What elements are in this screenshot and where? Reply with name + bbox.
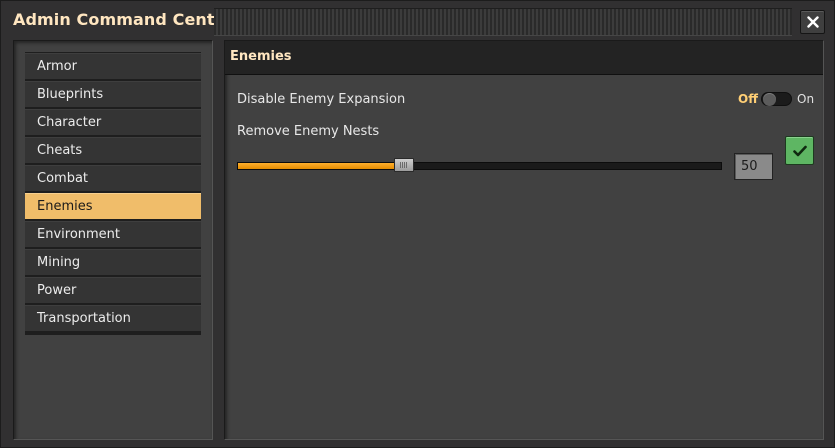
category-list: Armor Blueprints Character Cheats Combat Enem… <box>25 52 201 335</box>
sidebar-item-transportation[interactable]: Transportation <box>25 305 201 331</box>
nests-value-field[interactable]: 50 <box>734 153 773 180</box>
window-title: Admin Command Center <box>13 10 234 29</box>
confirm-button[interactable] <box>785 136 814 165</box>
sidebar-item-cheats[interactable]: Cheats <box>25 137 201 163</box>
expansion-toggle[interactable] <box>761 92 792 106</box>
slider-fill <box>238 163 397 169</box>
switch-off-label: Off <box>738 92 758 106</box>
nests-slider[interactable] <box>237 162 722 170</box>
sidebar-item-character[interactable]: Character <box>25 109 201 135</box>
toggle-knob <box>763 93 776 106</box>
slider-handle[interactable] <box>394 158 414 172</box>
nests-label: Remove Enemy Nests <box>237 124 380 139</box>
sidebar-item-environment[interactable]: Environment <box>25 221 201 247</box>
expansion-label: Disable Enemy Expansion <box>237 92 406 107</box>
title-bar: Admin Command Center <box>1 1 835 41</box>
drag-handle[interactable] <box>214 8 792 36</box>
close-button[interactable] <box>800 10 825 34</box>
checkmark-icon <box>792 145 807 156</box>
settings-panel: Enemies Disable Enemy Expansion Off On R… <box>224 40 824 440</box>
section-header: Enemies <box>225 41 823 75</box>
sidebar-item-mining[interactable]: Mining <box>25 249 201 275</box>
section-title: Enemies <box>230 49 292 64</box>
switch-on-label: On <box>797 92 815 106</box>
sidebar-item-power[interactable]: Power <box>25 277 201 303</box>
sidebar-item-armor[interactable]: Armor <box>25 53 201 79</box>
sidebar-item-combat[interactable]: Combat <box>25 165 201 191</box>
admin-command-center-window: Admin Command Center Armor Blueprints Char… <box>0 0 835 448</box>
close-icon <box>806 16 819 28</box>
sidebar-item-enemies[interactable]: Enemies <box>25 193 201 219</box>
sidebar-item-blueprints[interactable]: Blueprints <box>25 81 201 107</box>
category-panel: Armor Blueprints Character Cheats Combat Enem… <box>13 40 213 440</box>
